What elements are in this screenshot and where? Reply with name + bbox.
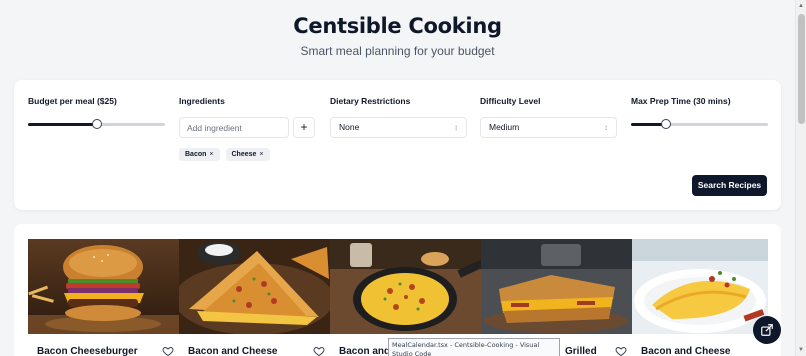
recipe-title: Bacon and Cheese — [641, 346, 731, 356]
chevron-updown-icon: ↕ — [604, 123, 608, 132]
ingredient-tag: Cheese × — [225, 148, 270, 161]
prep-time-slider-thumb[interactable] — [661, 119, 671, 129]
budget-slider-thumb[interactable] — [92, 119, 102, 129]
ingredient-tag-label: Bacon — [185, 151, 207, 158]
difficulty-filter: Difficulty Level Medium ↕ — [480, 96, 617, 138]
ingredient-tags: Bacon × Cheese × — [179, 148, 270, 161]
window-tooltip: MealCalendar.tsx - Centsible-Cooking - V… — [388, 338, 560, 356]
recipe-title: Bacon and Cheese — [188, 346, 278, 356]
app-title: Centsible Cooking — [293, 14, 502, 38]
ingredient-input[interactable] — [179, 117, 289, 138]
recipe-card[interactable]: Bacon Cheeseburger — [28, 239, 179, 356]
recipe-card[interactable]: Bacon and Cheese — [632, 239, 768, 356]
open-external-button[interactable] — [753, 316, 781, 344]
recipe-title: Grilled — [565, 346, 597, 356]
prep-time-label: Max Prep Time (30 mins) — [631, 96, 731, 106]
add-ingredient-button[interactable]: + — [293, 117, 315, 138]
prep-time-slider[interactable] — [631, 116, 768, 132]
app-subtitle: Smart meal planning for your budget — [300, 44, 495, 58]
dietary-select-value: None — [339, 122, 360, 132]
cheeseburger-photo — [28, 239, 179, 334]
dietary-select[interactable]: None ↕ — [330, 117, 467, 138]
budget-filter: Budget per meal ($25) — [28, 96, 165, 129]
omelette-photo — [632, 239, 768, 334]
quesadilla-photo — [179, 239, 330, 334]
scroll-up-icon[interactable]: ▲ — [798, 3, 804, 9]
chevron-updown-icon: ↕ — [454, 123, 458, 132]
filters-panel: Budget per meal ($25) Ingredients + Baco… — [14, 80, 781, 210]
heart-icon[interactable] — [615, 345, 627, 356]
recipe-title: Bacon and — [339, 346, 391, 356]
ingredient-tag: Bacon × — [179, 148, 220, 161]
ingredients-filter: Ingredients + Bacon× Cheese× — [179, 96, 315, 161]
page: Centsible Cooking Smart meal planning fo… — [0, 0, 795, 356]
recipe-results: Bacon Cheeseburger Bacon and Cheese Baco… — [14, 224, 781, 356]
difficulty-label: Difficulty Level — [480, 96, 541, 106]
budget-label: Budget per meal ($25) — [28, 96, 117, 106]
dietary-label: Dietary Restrictions — [330, 96, 411, 106]
grilled-cheese-photo — [481, 239, 632, 334]
recipe-title: Bacon Cheeseburger — [37, 346, 138, 356]
budget-slider[interactable] — [28, 116, 165, 132]
prep-time-filter: Max Prep Time (30 mins) — [631, 96, 768, 129]
open-external-icon — [761, 324, 773, 336]
scroll-down-icon[interactable]: ▼ — [798, 347, 804, 353]
heart-icon[interactable] — [313, 345, 325, 356]
recipe-card[interactable]: Bacon and Cheese — [179, 239, 330, 356]
difficulty-select[interactable]: Medium ↕ — [480, 117, 617, 138]
scrollbar-thumb[interactable] — [798, 14, 805, 124]
ingredients-label: Ingredients — [179, 96, 225, 106]
remove-tag-icon[interactable]: × — [259, 151, 263, 158]
difficulty-select-value: Medium — [489, 122, 520, 132]
remove-tag-icon[interactable]: × — [209, 151, 213, 158]
dietary-filter: Dietary Restrictions None ↕ — [330, 96, 467, 138]
skillet-scramble-photo — [330, 239, 481, 334]
budget-slider-fill — [28, 123, 97, 126]
ingredient-tag-label: Cheese — [231, 151, 257, 158]
search-recipes-button[interactable]: Search Recipes — [692, 175, 767, 196]
heart-icon[interactable] — [162, 345, 174, 356]
page-scrollbar[interactable]: ▲ ▼ — [795, 0, 806, 356]
